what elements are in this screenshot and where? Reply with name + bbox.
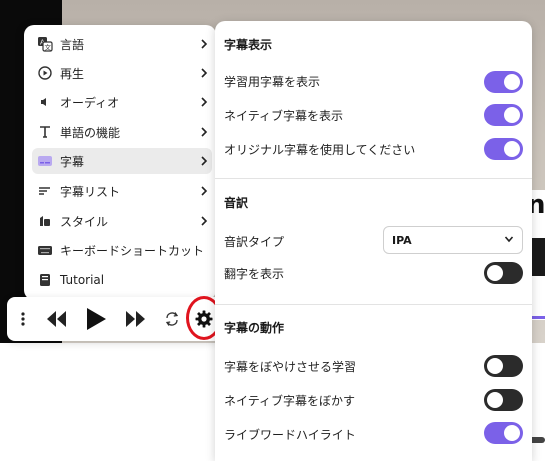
menu-item-keyboard-shortcuts[interactable]: キーボードショートカット xyxy=(32,237,212,263)
chevron-right-icon xyxy=(196,94,212,110)
chevron-right-icon xyxy=(196,153,212,169)
translate-icon: A文 xyxy=(34,33,56,55)
repeat-icon[interactable] xyxy=(163,310,181,328)
menu-item-playback[interactable]: 再生 xyxy=(32,60,212,86)
toggle-blur-native[interactable] xyxy=(484,389,523,411)
style-icon xyxy=(34,210,56,232)
menu-item-label: オーディオ xyxy=(60,95,120,110)
section-title-subtitle-display: 字幕表示 xyxy=(224,38,273,52)
toggle-native-subtitles[interactable] xyxy=(484,104,523,126)
toggle-knob xyxy=(487,358,503,374)
toggle-knob xyxy=(504,141,520,157)
toggle-knob xyxy=(504,107,520,123)
book-icon xyxy=(34,269,56,291)
menu-item-language[interactable]: A文 言語 xyxy=(32,31,212,57)
setting-label: 翻字を表示 xyxy=(224,267,285,281)
menu-item-word-features[interactable]: 単語の機能 xyxy=(32,119,212,145)
select-value: IPA xyxy=(392,233,412,247)
play-circle-icon xyxy=(34,62,56,84)
section-divider xyxy=(215,304,532,305)
section-divider xyxy=(215,178,532,179)
setting-label: ライブワードハイライト xyxy=(224,428,356,442)
speaker-icon xyxy=(34,91,56,113)
setting-label: ネイティブ字幕をぼかす xyxy=(224,394,356,408)
toggle-original-subtitles[interactable] xyxy=(484,138,523,160)
setting-label: ネイティブ字幕を表示 xyxy=(224,109,344,123)
chevron-right-icon xyxy=(196,36,212,52)
menu-item-label: 言語 xyxy=(60,37,85,52)
play-icon[interactable] xyxy=(83,306,109,332)
toggle-blur-learning[interactable] xyxy=(484,355,523,377)
setting-label: 音訳タイプ xyxy=(224,235,285,249)
section-title-transliteration: 音訳 xyxy=(224,196,249,210)
menu-item-label: 字幕 xyxy=(60,154,85,169)
menu-item-label: スタイル xyxy=(60,214,109,229)
chevron-down-icon xyxy=(504,234,514,247)
menu-item-subtitle-list[interactable]: 字幕リスト xyxy=(32,178,212,204)
toggle-live-word-highlight[interactable] xyxy=(484,422,523,444)
toggle-knob xyxy=(487,265,503,281)
toggle-learning-subtitles[interactable] xyxy=(484,71,523,93)
previous-icon[interactable] xyxy=(43,308,69,330)
menu-item-subtitles[interactable]: 字幕 xyxy=(32,148,212,174)
text-t-icon xyxy=(34,121,56,143)
menu-item-audio[interactable]: オーディオ xyxy=(32,89,212,115)
subtitle-settings-panel: 字幕表示 学習用字幕を表示 ネイティブ字幕を表示 オリジナル字幕を使用してくださ… xyxy=(215,21,532,461)
settings-menu: A文 言語 再生 オーディオ 単語の機能 字幕 字幕リスト スタイル キーボード… xyxy=(24,25,216,300)
next-icon[interactable] xyxy=(123,308,149,330)
setting-label: オリジナル字幕を使用してください xyxy=(224,143,416,157)
chevron-right-icon xyxy=(196,65,212,81)
subtitle-glyph xyxy=(530,238,545,276)
app-window: n A文 言語 再生 オーディオ 単語の機能 字幕 字幕リスト スタイル キーボ… xyxy=(0,0,545,461)
toggle-show-transliteration[interactable] xyxy=(484,262,523,284)
toggle-knob xyxy=(504,74,520,90)
keyboard-icon xyxy=(34,239,56,261)
menu-item-style[interactable]: スタイル xyxy=(32,208,212,234)
chevron-right-icon xyxy=(196,124,212,140)
transliteration-type-select[interactable]: IPA xyxy=(383,226,523,254)
list-icon xyxy=(34,180,56,202)
section-title-subtitle-behavior: 字幕の動作 xyxy=(224,321,285,335)
menu-item-label: 字幕リスト xyxy=(60,184,121,199)
subtitles-icon xyxy=(34,150,56,172)
more-vertical-icon[interactable] xyxy=(19,310,27,328)
menu-item-label: 再生 xyxy=(60,66,85,81)
svg-text:文: 文 xyxy=(45,43,52,52)
chevron-right-icon xyxy=(196,183,212,199)
toggle-knob xyxy=(504,425,520,441)
menu-item-label: 単語の機能 xyxy=(60,125,121,140)
toggle-knob xyxy=(487,392,503,408)
setting-label: 学習用字幕を表示 xyxy=(224,75,321,89)
menu-item-tutorial[interactable]: Tutorial xyxy=(32,267,212,293)
menu-item-label: Tutorial xyxy=(60,273,105,287)
setting-label: 字幕をぼやけさせる学習 xyxy=(224,360,357,374)
chevron-right-icon xyxy=(196,213,212,229)
menu-item-label: キーボードショートカット xyxy=(60,243,205,258)
